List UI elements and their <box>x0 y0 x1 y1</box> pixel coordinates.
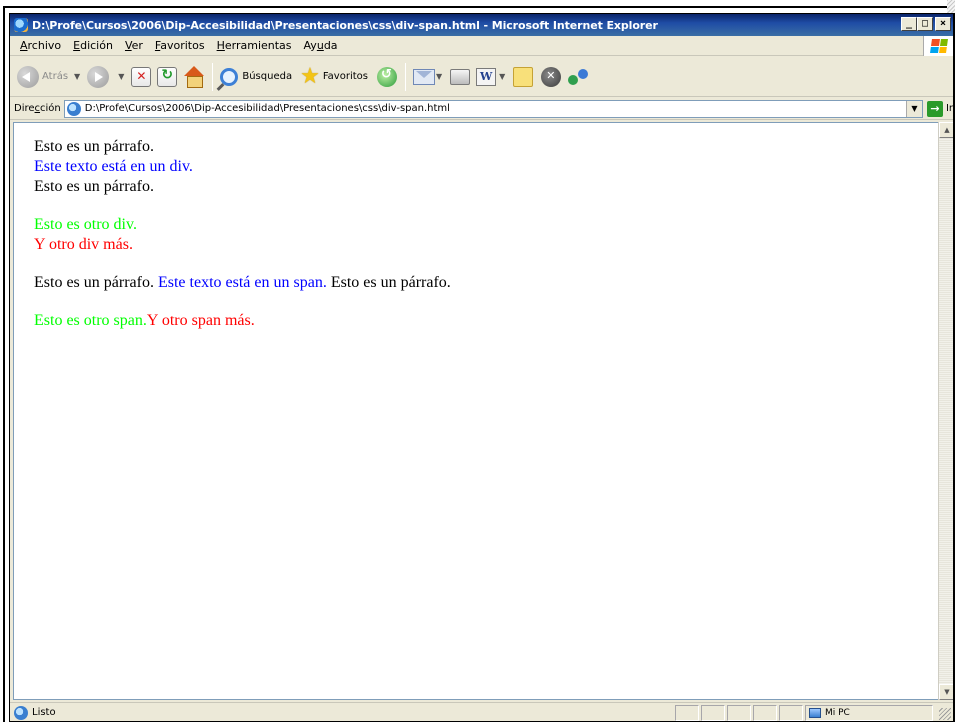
back-arrow-icon <box>17 65 39 88</box>
menu-ayuda[interactable]: Ayuda <box>298 39 344 52</box>
status-text: Listo <box>32 707 56 718</box>
back-dropdown-icon[interactable]: ▼ <box>74 72 80 81</box>
minimize-button[interactable]: _ <box>901 17 917 31</box>
favorites-star-icon: ★ <box>300 63 320 89</box>
toolbar-separator <box>404 62 406 91</box>
address-label: Dirección <box>14 103 61 114</box>
search-label: Búsqueda <box>242 71 293 82</box>
research-icon[interactable] <box>541 66 562 87</box>
address-bar: Dirección D:\Profe\Cursos\2006\Dip-Acces… <box>10 98 953 120</box>
resize-grip[interactable] <box>939 708 951 720</box>
span-blue: Este texto está en un span. <box>157 274 327 291</box>
refresh-icon[interactable] <box>157 66 178 87</box>
discuss-note-icon[interactable] <box>513 66 534 87</box>
go-button[interactable]: → Ir <box>926 100 953 117</box>
menu-ver[interactable]: Ver <box>119 39 149 52</box>
menu-herramientas[interactable]: Herramientas <box>211 39 298 52</box>
forward-dropdown-icon[interactable]: ▼ <box>118 72 124 81</box>
paragraph-4: Esto es otro span.Y otro span más. <box>34 311 918 331</box>
window-title: D:\Profe\Cursos\2006\Dip-Accesibilidad\P… <box>32 18 658 32</box>
history-icon[interactable] <box>376 66 397 87</box>
menu-edicion[interactable]: Edición <box>67 39 119 52</box>
forward-arrow-icon <box>87 65 110 88</box>
search-icon <box>220 67 239 86</box>
status-page-icon <box>14 705 28 720</box>
messenger-icon[interactable] <box>568 67 590 87</box>
home-icon[interactable] <box>183 65 205 88</box>
address-url: D:\Profe\Cursos\2006\Dip-Accesibilidad\P… <box>84 103 450 114</box>
div-green: Esto es otro div. <box>34 216 137 233</box>
close-button[interactable]: × <box>935 17 951 31</box>
menu-bar: Archivo Edición Ver Favoritos Herramient… <box>10 36 953 56</box>
favorites-button[interactable]: ★ Favoritos <box>297 62 371 92</box>
forward-button[interactable] <box>84 62 115 92</box>
mail-dropdown-icon[interactable]: ▼ <box>436 72 442 81</box>
paragraph-2: Esto es un párrafo. <box>34 178 154 195</box>
status-bar: Listo Mi PC <box>10 702 953 721</box>
zone-label: Mi PC <box>825 708 850 718</box>
go-arrow-icon: → <box>926 100 943 117</box>
windows-flag-icon <box>929 39 948 53</box>
outline-top <box>3 6 955 8</box>
window-controls: _ □ × <box>901 17 951 31</box>
div-red: Y otro div más. <box>34 236 133 253</box>
toolbar-separator <box>212 62 214 91</box>
address-input[interactable]: D:\Profe\Cursos\2006\Dip-Accesibilidad\P… <box>63 99 923 118</box>
paragraph-3-start: Esto es un párrafo. <box>34 274 154 291</box>
outline-left <box>0 0 9 722</box>
back-label: Atrás <box>42 71 69 82</box>
paragraph-3: Esto es un párrafo. Este texto está en u… <box>34 273 918 293</box>
span-red: Y otro span más. <box>146 312 255 329</box>
span-green: Esto es otro span. <box>34 312 147 329</box>
ie-app-icon <box>14 18 28 32</box>
status-cells: Mi PC <box>673 705 933 721</box>
go-label: Ir <box>945 103 953 114</box>
maximize-button[interactable]: □ <box>917 17 933 31</box>
favorites-label: Favoritos <box>322 71 368 82</box>
vertical-scrollbar[interactable]: ▲ ▼ <box>938 122 953 700</box>
scroll-up-button[interactable]: ▲ <box>939 122 953 138</box>
scroll-down-button[interactable]: ▼ <box>939 684 953 700</box>
paragraph-3-end: Esto es un párrafo. <box>330 274 451 291</box>
menu-favoritos[interactable]: Favoritos <box>149 39 211 52</box>
edit-word-icon[interactable]: W <box>476 67 497 86</box>
menu-archivo[interactable]: Archivo <box>14 39 67 52</box>
search-button[interactable]: Búsqueda <box>217 62 295 92</box>
back-button[interactable]: Atrás <box>14 62 71 92</box>
windows-logo <box>923 36 953 56</box>
page-icon <box>66 101 81 116</box>
print-icon[interactable] <box>450 68 471 85</box>
security-zone: Mi PC <box>805 705 933 721</box>
browser-window: D:\Profe\Cursos\2006\Dip-Accesibilidad\P… <box>9 13 955 722</box>
edit-dropdown-icon[interactable]: ▼ <box>499 72 505 81</box>
my-computer-icon <box>809 708 821 718</box>
mail-icon[interactable] <box>412 68 435 85</box>
div-blue: Este texto está en un div. <box>34 158 193 175</box>
paragraph-1: Esto es un párrafo. <box>34 138 154 155</box>
stop-icon[interactable] <box>131 66 152 87</box>
toolbar: Atrás ▼ ▼ Búsqueda ★ Favoritos ▼ W ▼ <box>10 57 953 97</box>
address-dropdown-icon[interactable]: ▼ <box>905 100 922 117</box>
page-content: Esto es un párrafo. Este texto está en u… <box>13 122 939 700</box>
title-bar: D:\Profe\Cursos\2006\Dip-Accesibilidad\P… <box>10 14 953 36</box>
